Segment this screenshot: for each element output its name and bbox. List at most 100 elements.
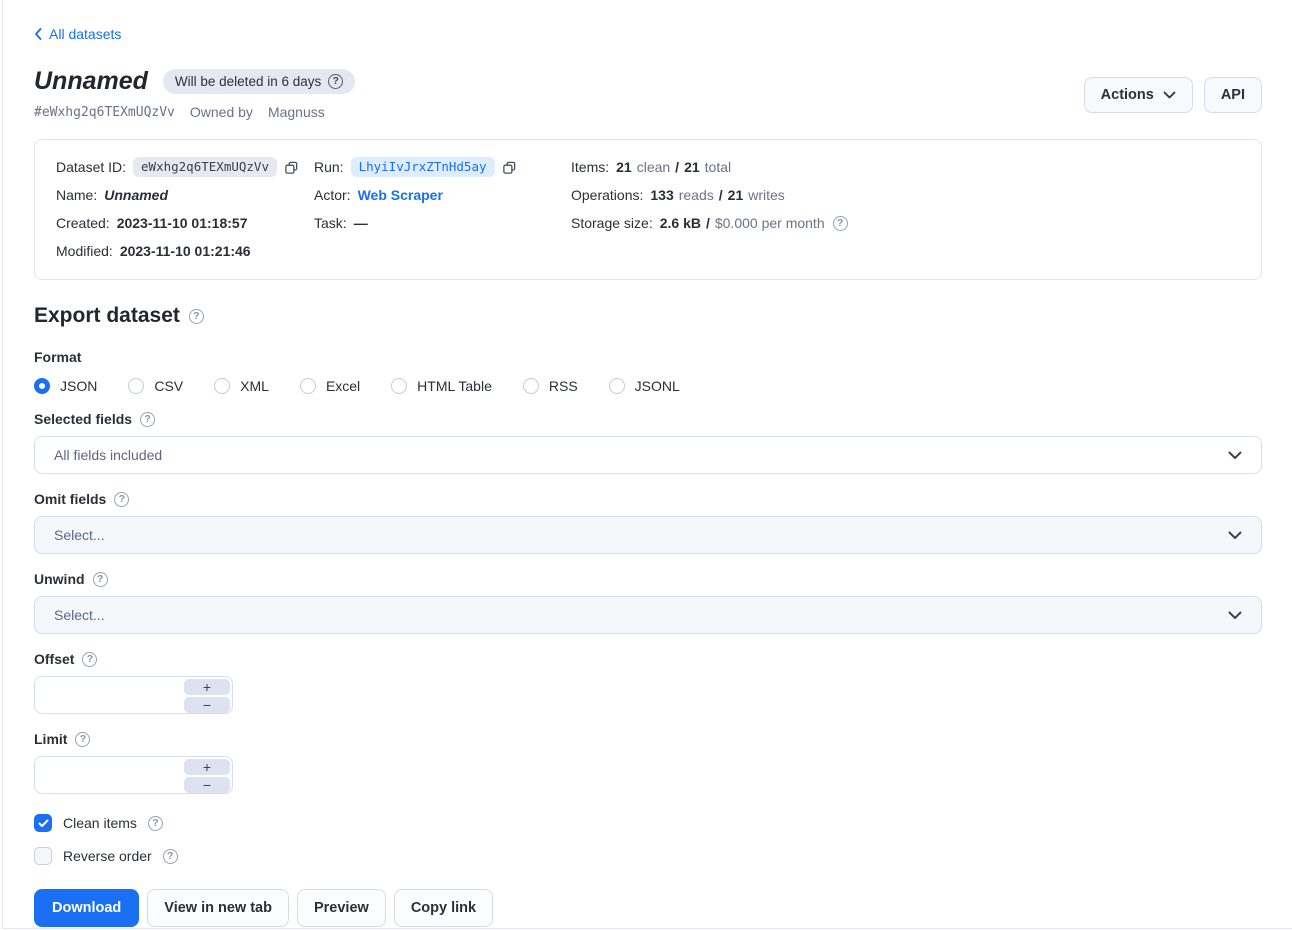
limit-input[interactable] [35, 757, 180, 793]
format-option-label: Excel [326, 378, 360, 394]
omit-fields-placeholder: Select... [54, 527, 105, 543]
actor-link[interactable]: Web Scraper [358, 187, 443, 203]
help-icon[interactable]: ? [114, 492, 129, 507]
omit-fields-label: Omit fields ? [34, 491, 1262, 507]
help-icon[interactable]: ? [189, 309, 204, 324]
info-column-stats: Items: 21 clean / 21 total Operations: 1… [571, 153, 1240, 265]
format-radio-rss[interactable]: RSS [523, 378, 578, 394]
name-value: Unnamed [104, 187, 168, 203]
created-value: 2023-11-10 01:18:57 [117, 215, 248, 231]
radio-icon [609, 378, 625, 394]
format-radio-csv[interactable]: CSV [128, 378, 183, 394]
radio-selected-icon [34, 378, 50, 394]
offset-input[interactable] [35, 677, 180, 713]
download-button[interactable]: Download [34, 889, 139, 927]
help-icon[interactable]: ? [140, 412, 155, 427]
modified-row: Modified: 2023-11-10 01:21:46 [56, 237, 314, 265]
copy-link-button[interactable]: Copy link [394, 889, 493, 927]
format-label-text: Format [34, 349, 81, 365]
actions-button-label: Actions [1101, 87, 1154, 103]
dataset-info-panel: Dataset ID: eWxhg2q6TEXmUQzVv Name: Unna… [34, 139, 1262, 280]
items-total-count: 21 [684, 159, 700, 175]
page-header: Unnamed Will be deleted in 6 days ? #eWx… [34, 67, 1262, 120]
storage-label: Storage size: [571, 215, 653, 231]
preview-button[interactable]: Preview [297, 889, 386, 927]
reverse-order-checkbox[interactable] [34, 847, 52, 865]
help-icon[interactable]: ? [148, 816, 163, 831]
items-clean-count: 21 [616, 159, 632, 175]
selected-fields-select[interactable]: All fields included [34, 436, 1262, 474]
items-separator: / [675, 159, 679, 175]
help-icon[interactable]: ? [75, 732, 90, 747]
unwind-label-text: Unwind [34, 571, 85, 587]
help-icon[interactable]: ? [163, 849, 178, 864]
offset-label: Offset ? [34, 651, 1262, 667]
operations-separator: / [719, 187, 723, 203]
format-radio-xml[interactable]: XML [214, 378, 269, 394]
format-option-label: JSONL [635, 378, 680, 394]
dataset-id-row: Dataset ID: eWxhg2q6TEXmUQzVv [56, 153, 314, 181]
omit-fields-select[interactable]: Select... [34, 516, 1262, 554]
actions-button[interactable]: Actions [1084, 77, 1193, 113]
api-button-label: API [1221, 87, 1245, 103]
modified-label: Modified: [56, 243, 113, 259]
help-icon[interactable]: ? [82, 652, 97, 667]
chevron-down-icon [1228, 451, 1242, 460]
items-total-word: total [705, 159, 731, 175]
limit-label-text: Limit [34, 731, 67, 747]
format-option-label: RSS [549, 378, 578, 394]
breadcrumb-all-datasets[interactable]: All datasets [34, 26, 121, 42]
name-label: Name: [56, 187, 97, 203]
selected-fields-label-text: Selected fields [34, 411, 132, 427]
offset-input-wrap: + − [34, 676, 233, 714]
limit-steppers: + − [184, 759, 230, 793]
storage-cost: $0.000 per month [715, 215, 825, 231]
writes-count: 21 [728, 187, 744, 203]
copy-run-id-button[interactable] [502, 160, 517, 175]
checkmark-icon [38, 819, 49, 828]
limit-decrement-button[interactable]: − [184, 777, 230, 793]
copy-icon [502, 160, 517, 175]
help-icon[interactable]: ? [93, 572, 108, 587]
dataset-hash: #eWxhg2q6TEXmUQzVv [34, 105, 175, 120]
deletion-badge-text: Will be deleted in 6 days [175, 74, 321, 89]
format-radio-json[interactable]: JSON [34, 378, 97, 394]
run-label: Run: [314, 159, 344, 175]
header-left: Unnamed Will be deleted in 6 days ? #eWx… [34, 67, 355, 120]
format-radio-html-table[interactable]: HTML Table [391, 378, 492, 394]
clean-items-checkbox[interactable] [34, 814, 52, 832]
owner-name: Magnuss [268, 104, 325, 120]
items-row: Items: 21 clean / 21 total [571, 153, 1240, 181]
format-radio-excel[interactable]: Excel [300, 378, 360, 394]
offset-steppers: + − [184, 679, 230, 713]
chevron-down-icon [1228, 531, 1242, 540]
export-section-heading: Export dataset ? [34, 304, 1262, 328]
radio-icon [391, 378, 407, 394]
offset-decrement-button[interactable]: − [184, 697, 230, 713]
api-button[interactable]: API [1204, 77, 1262, 113]
unwind-select[interactable]: Select... [34, 596, 1262, 634]
limit-increment-button[interactable]: + [184, 759, 230, 775]
help-icon[interactable]: ? [833, 216, 848, 231]
unwind-label: Unwind ? [34, 571, 1262, 587]
help-icon[interactable]: ? [328, 74, 343, 89]
reads-count: 133 [650, 187, 673, 203]
view-in-new-tab-button[interactable]: View in new tab [147, 889, 289, 927]
limit-label: Limit ? [34, 731, 1262, 747]
storage-row: Storage size: 2.6 kB / $0.000 per month … [571, 209, 1240, 237]
format-option-label: XML [240, 378, 269, 394]
actor-row: Actor: Web Scraper [314, 181, 571, 209]
operations-row: Operations: 133 reads / 21 writes [571, 181, 1240, 209]
items-label: Items: [571, 159, 609, 175]
dataset-id-label: Dataset ID: [56, 159, 126, 175]
breadcrumb-label: All datasets [49, 26, 121, 42]
name-row: Name: Unnamed [56, 181, 314, 209]
copy-dataset-id-button[interactable] [284, 160, 299, 175]
created-row: Created: 2023-11-10 01:18:57 [56, 209, 314, 237]
selected-fields-label: Selected fields ? [34, 411, 1262, 427]
unwind-placeholder: Select... [54, 607, 105, 623]
dataset-id-value: eWxhg2q6TEXmUQzVv [133, 157, 277, 177]
run-id-link[interactable]: LhyiIvJrxZTnHd5ay [351, 157, 495, 177]
format-radio-jsonl[interactable]: JSONL [609, 378, 680, 394]
offset-increment-button[interactable]: + [184, 679, 230, 695]
